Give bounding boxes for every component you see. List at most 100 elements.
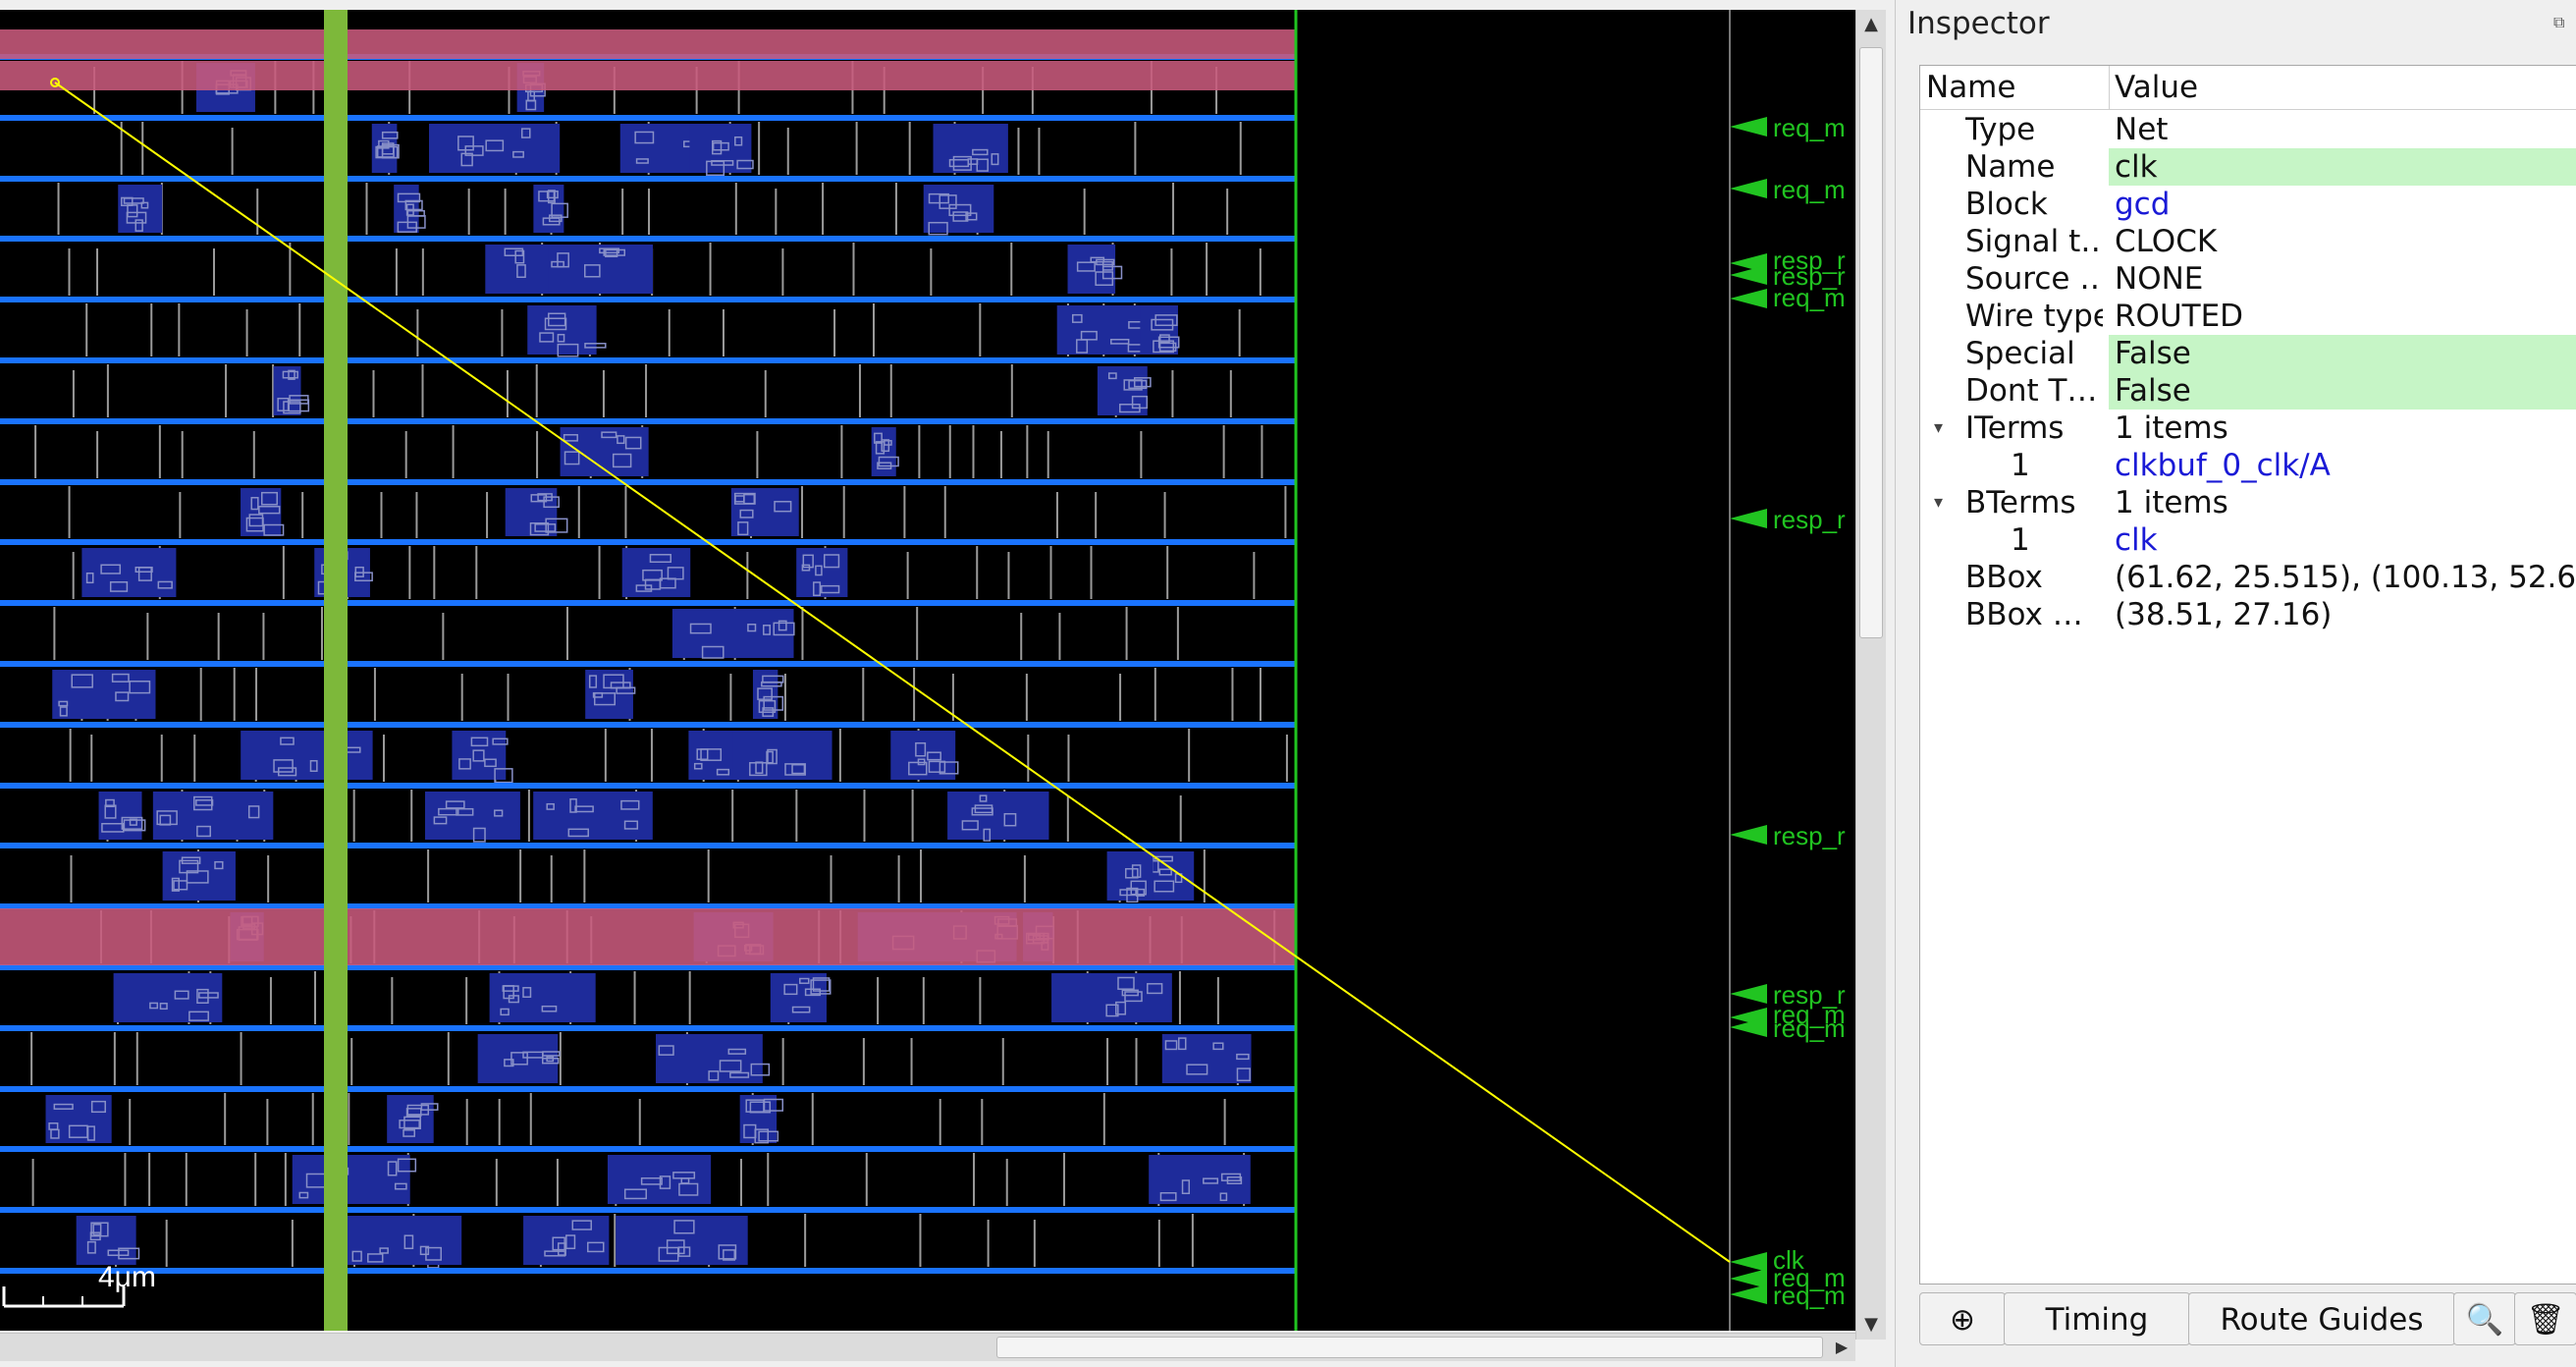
blockage [0,61,1296,90]
property-value: (38.51, 27.16) [2115,597,2333,632]
standard-cell [585,670,633,719]
property-value-editable[interactable]: False [2109,335,2576,372]
vertical-scroll-thumb[interactable] [1859,47,1883,638]
power-rail [0,1086,1296,1092]
standard-cell [548,245,654,294]
power-rail [0,661,1296,667]
property-name: Special [1965,336,2075,371]
horizontal-scrollbar[interactable]: ▶ [0,1333,1855,1361]
power-rail [0,418,1296,424]
plus-circle-icon[interactable]: ⊕ [1919,1292,2006,1345]
standard-cell [947,792,1049,840]
table-row[interactable]: 1 clk [1920,521,2576,559]
standard-cell [732,731,832,780]
collapse-arrow-icon[interactable]: ▾ [1934,410,1954,447]
trash-icon[interactable]: 🗑 [2514,1292,2576,1345]
standard-cell [1051,973,1172,1022]
table-row[interactable]: Type Net [1920,111,2576,148]
pin-label: req_m [1773,283,1846,312]
standard-cell [1067,245,1116,294]
timing-button[interactable]: Timing [2004,1292,2190,1345]
table-row[interactable]: Wire type ROUTED [1920,298,2576,335]
table-row[interactable]: Name clk [1920,148,2576,186]
property-name: Type [1965,112,2036,147]
property-value: (61.62, 25.515), (100.13, 52.675) [2115,560,2576,595]
table-header: Name Value [1920,66,2576,110]
power-rail [0,479,1296,485]
standard-cell [162,851,236,901]
power-rail [0,783,1296,789]
table-row[interactable]: BBox (61.62, 25.515), (100.13, 52.675) [1920,559,2576,596]
pin-label: resp_r [1773,821,1846,850]
blockage [0,908,1296,965]
standard-cell [331,1216,462,1265]
column-header-name[interactable]: Name [1920,66,2110,109]
power-rail [0,357,1296,363]
layout-canvas[interactable]: req_m req_m resp_r resp_r req_m resp_r r… [0,0,1855,1333]
property-link[interactable]: gcd [2109,186,2576,223]
table-row[interactable]: ▾ ITerms 1 items [1920,410,2576,447]
standard-cell [923,185,994,233]
standard-cell [1056,305,1148,355]
property-name: ITerms [1965,410,2065,446]
pin-label: req_m [1773,113,1846,142]
property-name: Wire type [1965,299,2103,334]
blockage [0,29,1296,59]
pin-label: resp_r [1773,505,1846,534]
property-value: CLOCK [2115,224,2218,259]
property-link[interactable]: clkbuf_0_clk/A [2109,447,2576,484]
property-link[interactable]: clk [2109,521,2576,559]
standard-cell [81,548,177,597]
standard-cell [118,185,163,233]
property-name: Dont T… [1965,373,2098,409]
property-name: Name [1965,149,2056,185]
standard-cell [1149,1155,1251,1204]
horizontal-scroll-thumb[interactable] [996,1337,1823,1358]
power-rail [0,843,1296,848]
property-value-editable[interactable]: clk [2109,148,2576,186]
standard-cell [52,670,156,719]
table-row[interactable]: 1 clkbuf_0_clk/A [1920,447,2576,484]
standard-cell [607,1155,712,1204]
zoom-icon[interactable]: 🔍 [2453,1292,2516,1345]
table-row[interactable]: Block gcd [1920,186,2576,223]
power-rail [0,1268,1296,1274]
float-window-icon[interactable]: ⧉ [2553,14,2571,31]
property-name: BBox … [1965,597,2083,632]
pin-label: req_m [1773,1013,1846,1043]
table-row[interactable]: ▾ BTerms 1 items [1920,484,2576,521]
column-header-value[interactable]: Value [2109,66,2576,109]
clock-strap [324,10,348,1331]
power-rail [0,297,1296,302]
property-value-editable[interactable]: False [2109,372,2576,410]
property-name: BTerms [1965,485,2076,520]
pin-label: req_m [1773,175,1846,204]
layout-viewer[interactable]: req_m req_m resp_r resp_r req_m resp_r r… [0,0,1895,1367]
power-rail [0,115,1296,121]
scroll-down-icon[interactable]: ▼ [1856,1310,1886,1340]
table-row[interactable]: Special False [1920,335,2576,372]
table-row[interactable]: Source … NONE [1920,260,2576,298]
property-name: Block [1965,187,2048,222]
power-rail [0,1146,1296,1152]
table-row[interactable]: Signal t… CLOCK [1920,223,2576,260]
scroll-right-icon[interactable]: ▶ [1828,1334,1855,1361]
power-rail [0,539,1296,545]
properties-table: Name Value Type Net Name clk Block gcd S… [1919,65,2576,1285]
vertical-scrollbar[interactable]: ▲ ▼ [1855,10,1886,1340]
scale-bar-label: 4μm [98,1261,156,1293]
property-name: Source … [1965,261,2103,297]
table-row[interactable]: Dont T… False [1920,372,2576,410]
property-value: NONE [2115,261,2204,297]
power-rail [0,1207,1296,1213]
standard-cell [533,792,653,840]
power-rail [0,236,1296,242]
standard-cell [241,731,373,780]
power-rail [0,600,1296,606]
route-guides-button[interactable]: Route Guides [2188,1292,2455,1345]
scroll-up-icon[interactable]: ▲ [1856,10,1886,39]
collapse-arrow-icon[interactable]: ▾ [1934,484,1954,521]
table-row[interactable]: BBox … (38.51, 27.16) [1920,596,2576,633]
property-value: ROUTED [2115,299,2244,334]
property-value: 1 items [2115,485,2228,520]
